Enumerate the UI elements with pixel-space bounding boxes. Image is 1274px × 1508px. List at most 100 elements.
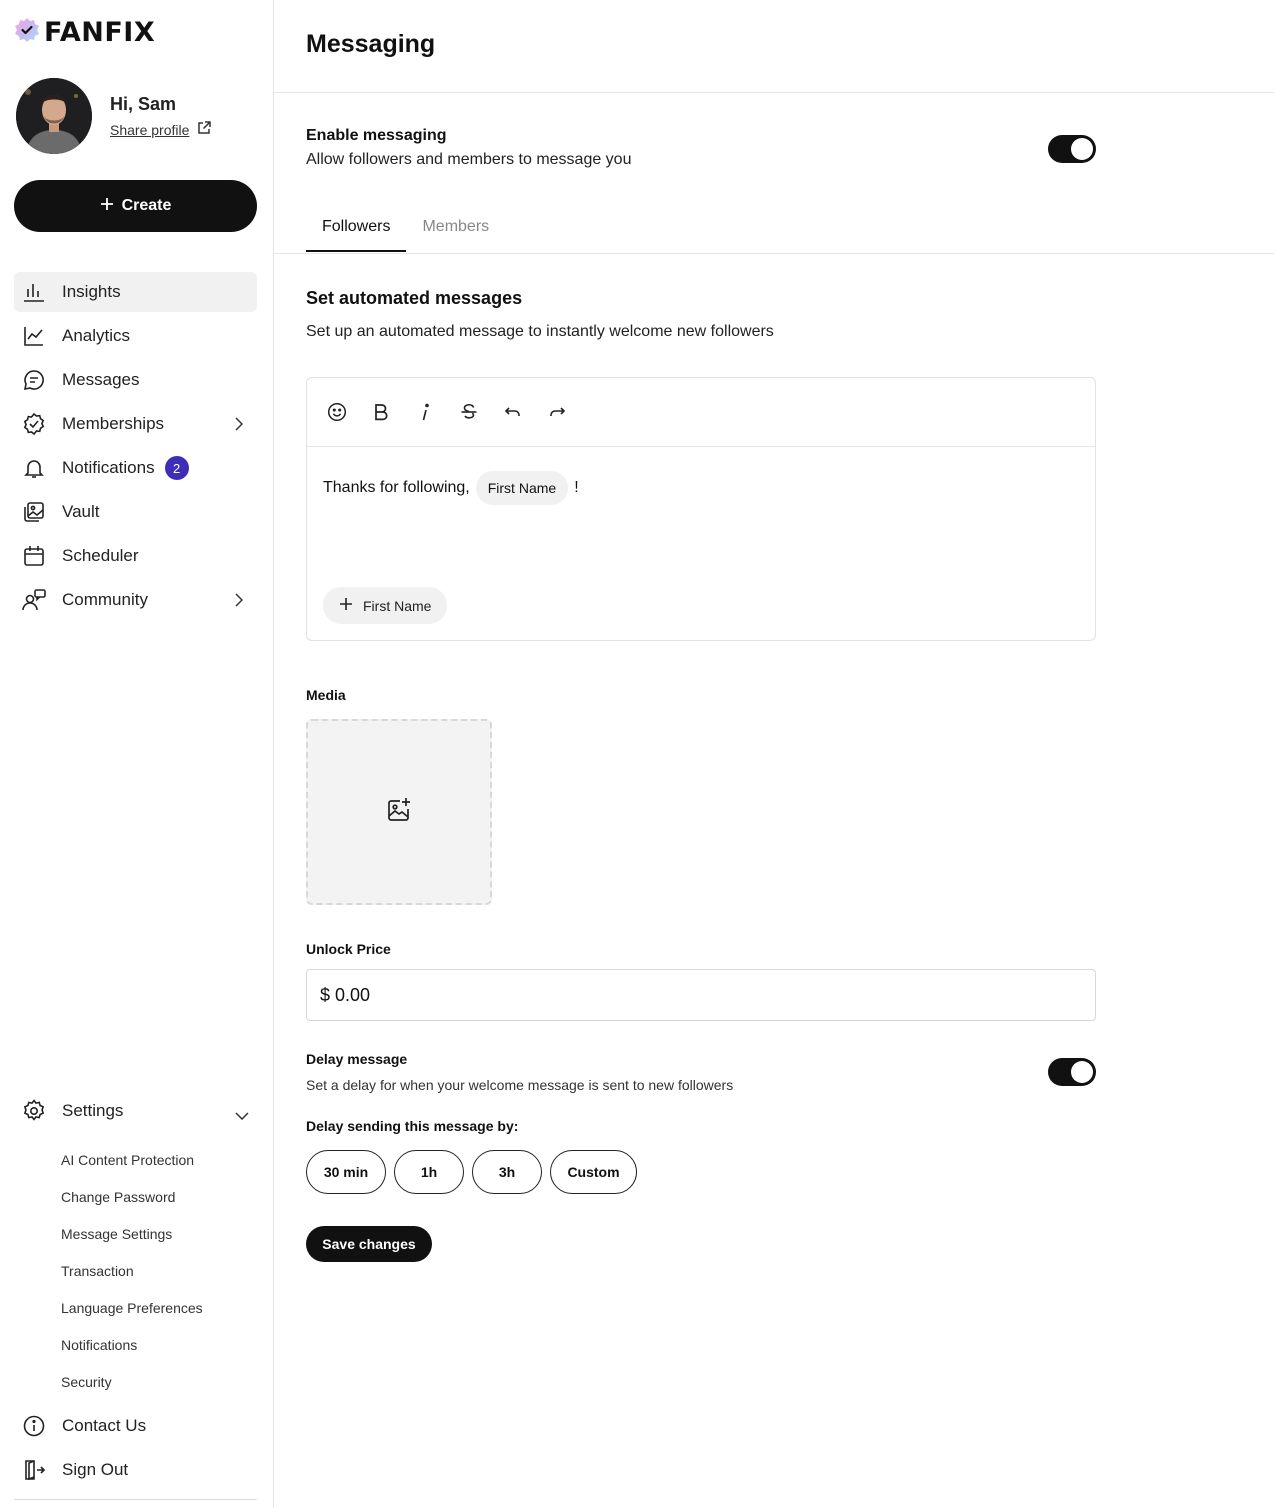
delay-option-30min[interactable]: 30 min — [306, 1150, 386, 1194]
main-content: Messaging Enable messaging Allow followe… — [274, 0, 1274, 1508]
insert-first-name-label: First Name — [363, 597, 432, 614]
add-image-icon — [385, 796, 413, 829]
nav-item-sign-out[interactable]: Sign Out — [14, 1450, 257, 1490]
plus-icon — [100, 197, 114, 216]
badge-check-icon — [22, 412, 46, 436]
enable-messaging-toggle[interactable] — [1048, 135, 1096, 163]
sign-out-icon — [22, 1458, 46, 1482]
delay-message-title: Delay message — [306, 1051, 408, 1067]
nav-item-contact-us[interactable]: Contact Us — [14, 1406, 257, 1446]
nav-label: Community — [62, 590, 148, 609]
settings-item-security[interactable]: Security — [61, 1372, 203, 1409]
nav-label: Notifications — [62, 458, 155, 477]
editor-toolbar — [307, 378, 1095, 447]
italic-icon[interactable] — [413, 400, 437, 424]
message-editor: Thanks for following, First Name ! First… — [306, 377, 1096, 641]
divider — [14, 1499, 257, 1500]
tab-followers[interactable]: Followers — [306, 210, 407, 252]
external-link-icon — [197, 121, 212, 138]
nav-label: Memberships — [62, 414, 165, 433]
logo[interactable]: FANFIX — [14, 16, 155, 48]
nav-label: Insights — [62, 282, 121, 301]
redo-icon[interactable] — [545, 400, 569, 424]
undo-icon[interactable] — [501, 400, 525, 424]
settings-toggle[interactable]: Settings — [14, 1091, 257, 1131]
nav-item-scheduler[interactable]: Scheduler — [14, 536, 257, 576]
nav-item-memberships[interactable]: Memberships — [14, 404, 257, 444]
share-profile-label: Share profile — [110, 121, 190, 138]
nav-label: Analytics — [62, 326, 131, 345]
media-upload-area[interactable] — [306, 719, 492, 905]
delay-options: 30 min 1h 3h Custom — [306, 1150, 637, 1194]
page-title: Messaging — [306, 30, 436, 58]
bell-icon — [22, 456, 46, 480]
avatar[interactable] — [16, 78, 92, 154]
audience-tabs: Followers Members — [306, 210, 505, 252]
nav-item-notifications[interactable]: Notifications 2 — [14, 448, 257, 488]
settings-item-message-settings[interactable]: Message Settings — [61, 1224, 203, 1261]
enable-messaging-description: Allow followers and members to message y… — [306, 151, 632, 168]
gear-icon — [22, 1099, 46, 1123]
tab-members[interactable]: Members — [406, 210, 505, 252]
nav-item-community[interactable]: Community — [14, 580, 257, 620]
divider — [274, 253, 1274, 254]
info-icon — [22, 1414, 46, 1438]
settings-item-language-preferences[interactable]: Language Preferences — [61, 1298, 203, 1335]
strikethrough-icon[interactable] — [457, 400, 481, 424]
chevron-right-icon — [235, 416, 244, 436]
nav-label: Sign Out — [62, 1460, 129, 1479]
nav-item-vault[interactable]: Vault — [14, 492, 257, 532]
automated-messages-description: Set up an automated message to instantly… — [306, 323, 774, 340]
save-changes-button[interactable]: Save changes — [306, 1226, 432, 1262]
insert-first-name-button[interactable]: First Name — [323, 587, 448, 624]
delay-option-custom[interactable]: Custom — [550, 1150, 637, 1194]
message-text-before: Thanks for following, — [323, 479, 470, 496]
image-stack-icon — [22, 500, 46, 524]
message-text-after: ! — [574, 479, 579, 496]
nav-label: Messages — [62, 370, 140, 389]
chevron-down-icon — [235, 1105, 249, 1125]
settings-label: Settings — [62, 1101, 124, 1120]
settings-item-ai-content-protection[interactable]: AI Content Protection — [61, 1150, 203, 1187]
enable-messaging-title: Enable messaging — [306, 127, 447, 144]
delay-message-description: Set a delay for when your welcome messag… — [306, 1077, 734, 1093]
nav-label: Contact Us — [62, 1416, 147, 1435]
main-nav: Insights Analytics Messages Memberships — [14, 272, 257, 624]
nav-item-messages[interactable]: Messages — [14, 360, 257, 400]
bottom-nav: Contact Us Sign Out — [14, 1406, 257, 1494]
delay-by-label: Delay sending this message by: — [306, 1118, 519, 1134]
emoji-icon[interactable] — [325, 400, 349, 424]
editor-content[interactable]: Thanks for following, First Name ! — [323, 471, 579, 505]
settings-submenu: AI Content Protection Change Password Me… — [61, 1150, 203, 1409]
logo-badge-icon — [14, 17, 40, 48]
sidebar: FANFIX Hi, Sam Share profile Create Insi… — [0, 0, 274, 1508]
bold-icon[interactable] — [369, 400, 393, 424]
brand-name: FANFIX — [44, 16, 156, 48]
community-icon — [22, 588, 46, 612]
first-name-token[interactable]: First Name — [475, 471, 569, 505]
unlock-price-input[interactable]: $ 0.00 — [306, 969, 1096, 1021]
chevron-right-icon — [235, 592, 244, 612]
toggle-knob — [1071, 138, 1093, 160]
delay-option-1h[interactable]: 1h — [394, 1150, 464, 1194]
calendar-icon — [22, 544, 46, 568]
line-chart-icon — [22, 324, 46, 348]
nav-label: Vault — [62, 502, 100, 521]
create-button[interactable]: Create — [14, 180, 257, 232]
nav-item-insights[interactable]: Insights — [14, 272, 257, 312]
delay-message-toggle[interactable] — [1048, 1058, 1096, 1086]
automated-messages-title: Set automated messages — [306, 288, 523, 308]
unlock-price-label: Unlock Price — [306, 941, 391, 957]
greeting: Hi, Sam — [110, 94, 177, 114]
media-label: Media — [306, 687, 346, 703]
divider — [274, 92, 1274, 93]
toggle-knob — [1071, 1061, 1093, 1083]
share-profile-link[interactable]: Share profile — [110, 121, 212, 138]
plus-icon — [339, 597, 353, 614]
settings-item-notifications[interactable]: Notifications — [61, 1335, 203, 1372]
delay-option-3h[interactable]: 3h — [472, 1150, 542, 1194]
nav-item-analytics[interactable]: Analytics — [14, 316, 257, 356]
settings-item-change-password[interactable]: Change Password — [61, 1187, 203, 1224]
settings-item-transaction[interactable]: Transaction — [61, 1261, 203, 1298]
bar-chart-icon — [22, 280, 46, 304]
